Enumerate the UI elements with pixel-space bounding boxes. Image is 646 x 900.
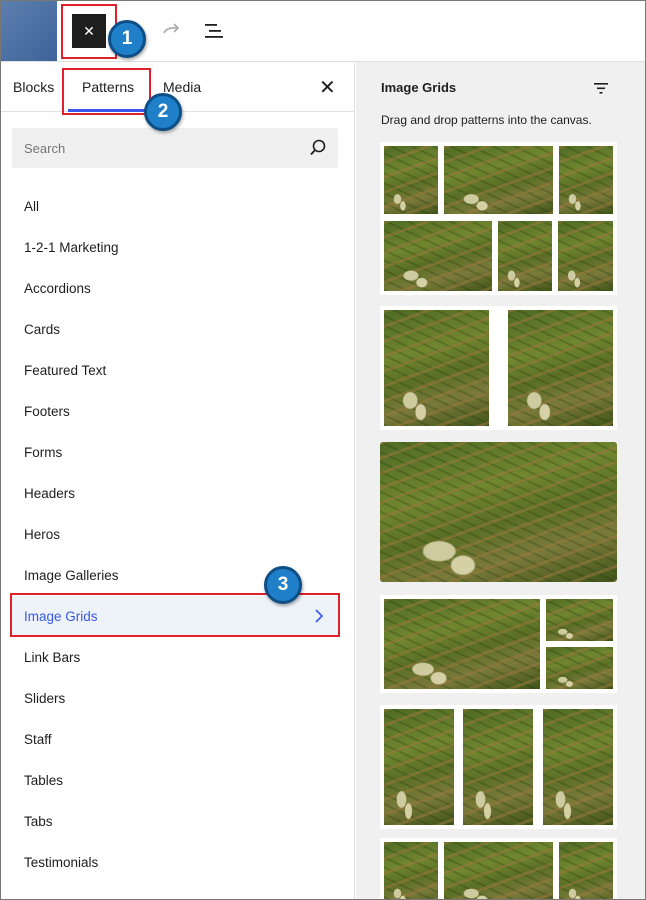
- category-item[interactable]: Tabs: [12, 801, 338, 842]
- grid-image: [384, 221, 492, 291]
- category-label: 1-2-1 Marketing: [24, 240, 119, 255]
- category-label: Accordions: [24, 281, 91, 296]
- site-icon-button[interactable]: [1, 1, 57, 61]
- category-label: Heros: [24, 527, 61, 542]
- category-label: Forms: [24, 445, 63, 460]
- category-item[interactable]: Sliders: [12, 678, 338, 719]
- category-label: Headers: [24, 486, 76, 501]
- pattern-thumbnail[interactable]: [380, 838, 617, 899]
- editor-frame: ✕ Blocks Patterns Media ✕ A: [0, 0, 646, 900]
- preview-title: Image Grids: [381, 80, 457, 95]
- category-item[interactable]: Headers: [12, 473, 338, 514]
- callout-highlight-patterns: [62, 68, 151, 115]
- preview-description: Drag and drop patterns into the canvas.: [381, 113, 592, 127]
- category-item[interactable]: Cards: [12, 309, 338, 350]
- category-label: Tables: [24, 773, 64, 788]
- grid-image: [444, 146, 553, 214]
- category-label: Image Galleries: [24, 568, 119, 583]
- grid-image: [384, 310, 489, 426]
- grid-image: [444, 842, 553, 899]
- pattern-thumbnail[interactable]: [380, 142, 617, 295]
- grid-image: [546, 647, 613, 689]
- callout-badge-1: 1: [108, 20, 146, 58]
- category-label: Testimonials: [24, 855, 99, 870]
- category-item[interactable]: Tables: [12, 760, 338, 801]
- pattern-search: [12, 128, 338, 168]
- filter-icon[interactable]: [592, 79, 610, 97]
- grid-image: [463, 709, 533, 825]
- pattern-thumbnail[interactable]: [380, 595, 617, 693]
- category-item[interactable]: Heros: [12, 514, 338, 555]
- category-label: Staff: [24, 732, 52, 747]
- grid-image: [384, 599, 540, 689]
- category-label: All: [24, 199, 40, 214]
- grid-image: [384, 709, 454, 825]
- category-label: Cards: [24, 322, 61, 337]
- grid-image: [543, 709, 613, 825]
- grid-image: [546, 599, 613, 641]
- list-view-icon[interactable]: [202, 19, 226, 43]
- category-item[interactable]: Forms: [12, 432, 338, 473]
- callout-badge-2: 2: [144, 93, 182, 131]
- grid-image: [559, 146, 613, 214]
- category-item[interactable]: Link Bars: [12, 637, 338, 678]
- category-item[interactable]: Featured Text: [12, 350, 338, 391]
- search-input[interactable]: [12, 128, 282, 168]
- category-label: Footers: [24, 404, 70, 419]
- close-icon[interactable]: ✕: [319, 75, 336, 100]
- inserter-panel: Blocks Patterns Media ✕ All 1-2-1 Market…: [1, 62, 355, 899]
- category-item[interactable]: All: [12, 186, 338, 227]
- grid-image: [384, 842, 438, 899]
- category-label: Sliders: [24, 691, 66, 706]
- grid-image: [558, 221, 613, 291]
- category-item[interactable]: Testimonials: [12, 842, 338, 883]
- pattern-thumbnail[interactable]: [380, 442, 617, 582]
- pattern-preview-panel: Image Grids Drag and drop patterns into …: [356, 62, 645, 899]
- tab-media[interactable]: Media: [163, 79, 201, 95]
- category-item[interactable]: Staff: [12, 719, 338, 760]
- grid-image: [384, 146, 438, 214]
- grid-image: [559, 842, 613, 899]
- redo-icon[interactable]: [161, 19, 183, 41]
- category-label: Tabs: [24, 814, 53, 829]
- callout-badge-3: 3: [264, 566, 302, 604]
- category-item[interactable]: 1-2-1 Marketing: [12, 227, 338, 268]
- category-label: Featured Text: [24, 363, 107, 378]
- search-icon: [310, 139, 326, 156]
- tab-blocks[interactable]: Blocks: [13, 79, 54, 95]
- grid-image: [508, 310, 613, 426]
- category-item[interactable]: Accordions: [12, 268, 338, 309]
- category-label: Link Bars: [24, 650, 81, 665]
- grid-image: [498, 221, 552, 291]
- pattern-category-list: All 1-2-1 Marketing Accordions Cards Fea…: [12, 186, 338, 883]
- category-item[interactable]: Footers: [12, 391, 338, 432]
- pattern-thumbnail[interactable]: [380, 705, 617, 829]
- grid-image: [380, 442, 617, 582]
- pattern-thumbnail[interactable]: [380, 306, 617, 430]
